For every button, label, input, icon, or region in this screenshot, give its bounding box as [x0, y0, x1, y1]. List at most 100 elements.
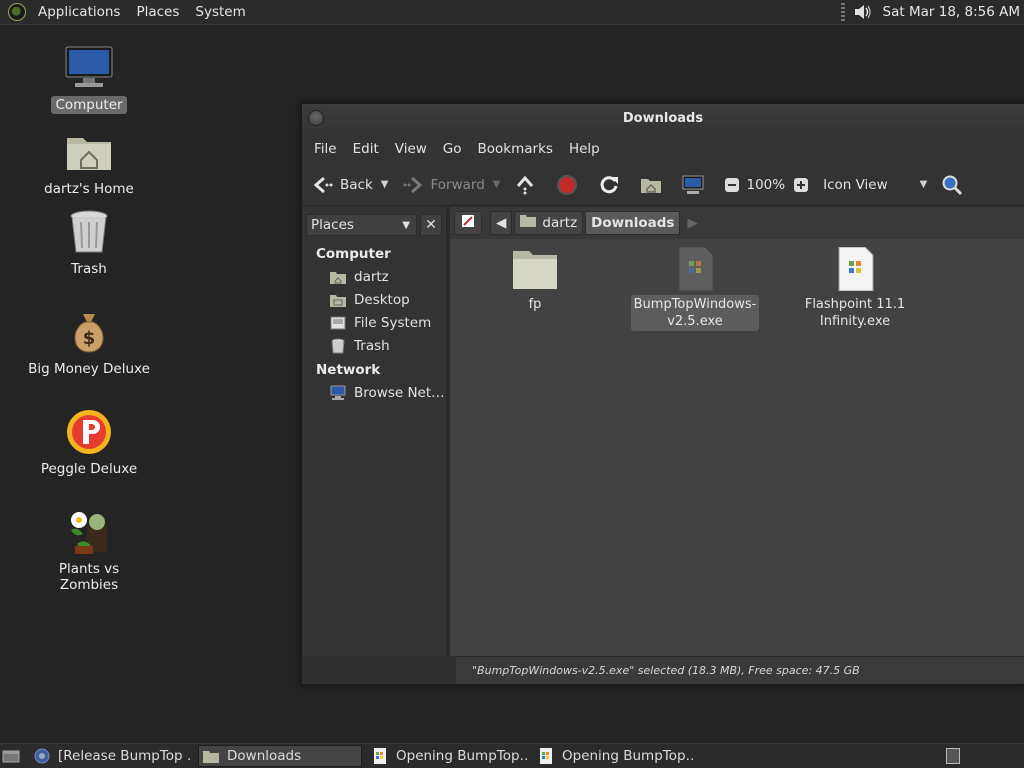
view-mode-label: Icon View	[823, 176, 888, 193]
home-folder-icon	[640, 174, 662, 196]
zoom-in-icon[interactable]	[793, 177, 809, 193]
home-folder-icon	[520, 214, 537, 232]
task-label: [Release BumpTop …	[58, 748, 192, 764]
sidebar-selector[interactable]: Places ▼	[306, 214, 417, 236]
workspace-switcher[interactable]	[942, 745, 964, 767]
system-menu[interactable]: System	[187, 4, 253, 20]
file-item-bumptop[interactable]: BumpTopWindows- v2.5.exe	[630, 246, 760, 331]
path-segment-label: Downloads	[591, 215, 675, 231]
back-dropdown-icon[interactable]: ▼	[381, 179, 389, 190]
distro-logo-icon	[8, 3, 26, 21]
computer-button[interactable]	[682, 174, 710, 196]
desktop-icon-pvz[interactable]: Plants vs Zombies	[24, 508, 154, 594]
sidebar-item-label: File System	[354, 314, 432, 331]
file-item-flashpoint[interactable]: Flashpoint 11.1 Infinity.exe	[790, 246, 920, 331]
sidebar-item-label: Trash	[354, 337, 390, 354]
desktop-icon-label: Trash	[71, 261, 107, 277]
bottom-panel: [Release BumpTop … Downloads Opening Bum…	[0, 743, 1024, 768]
search-button[interactable]	[941, 174, 969, 196]
desktop-icon-peggle[interactable]: Peggle Deluxe	[24, 408, 154, 478]
sidebar-item-dartz[interactable]: dartz	[302, 265, 446, 288]
desktop-folder-icon	[330, 292, 346, 308]
network-icon	[330, 385, 346, 401]
file-label-line2: Infinity.exe	[819, 314, 891, 329]
sidebar: Places ▼ ✕ Computer dartz Desktop File S…	[302, 207, 450, 656]
path-forward-button[interactable]: ▶	[682, 211, 702, 235]
up-button[interactable]	[514, 174, 542, 196]
task-opening-bumptop-2[interactable]: Opening BumpTop…	[534, 745, 694, 767]
path-segment-downloads[interactable]: Downloads	[585, 211, 681, 235]
exe-file-icon	[538, 748, 554, 764]
menu-bookmarks[interactable]: Bookmarks	[470, 141, 561, 157]
home-folder-icon	[65, 128, 113, 176]
sidebar-section-network: Network	[316, 362, 381, 378]
sidebar-item-label: Browse Net…	[354, 384, 445, 401]
reload-icon	[598, 174, 620, 196]
forward-label: Forward	[430, 176, 485, 193]
show-desktop-icon	[2, 748, 20, 764]
menu-help[interactable]: Help	[561, 141, 608, 157]
menu-edit[interactable]: Edit	[345, 141, 387, 157]
file-label-line2: v2.5.exe	[667, 314, 723, 329]
menu-file[interactable]: File	[306, 141, 345, 157]
chevron-down-icon: ▼	[402, 219, 410, 231]
file-label: fp	[528, 297, 542, 312]
menu-go[interactable]: Go	[435, 141, 470, 157]
task-release-bumptop[interactable]: [Release BumpTop …	[30, 745, 192, 767]
sidebar-item-file-system[interactable]: File System	[302, 311, 446, 334]
file-label: BumpTopWindows- v2.5.exe	[630, 295, 760, 331]
view-mode-select[interactable]: Icon View ▼	[823, 177, 927, 193]
sidebar-item-desktop[interactable]: Desktop	[302, 288, 446, 311]
sidebar-header: Places ▼ ✕	[306, 213, 442, 237]
folder-icon	[511, 247, 559, 291]
desktop-icon-label: Plants vs Zombies	[58, 561, 120, 593]
panel-handle	[840, 3, 845, 21]
home-button[interactable]	[640, 174, 668, 196]
volume-icon[interactable]	[853, 3, 873, 21]
exe-file-icon	[671, 246, 719, 292]
back-label: Back	[340, 176, 373, 193]
show-desktop-button[interactable]	[0, 745, 22, 767]
file-item-fp[interactable]: fp	[470, 247, 600, 314]
panel-menubar: Applications Places System	[0, 0, 254, 24]
path-segment-dartz[interactable]: dartz	[514, 211, 584, 235]
path-back-button[interactable]: ◀	[490, 211, 513, 235]
desktop-icon-computer[interactable]: Computer	[24, 44, 154, 114]
window-titlebar[interactable]: Downloads	[302, 104, 1024, 134]
file-label-line1: BumpTopWindows-	[633, 297, 757, 312]
stop-button[interactable]	[556, 174, 584, 196]
task-label: Downloads	[227, 748, 302, 764]
chevron-down-icon: ▼	[919, 179, 928, 190]
forward-dropdown-icon[interactable]: ▼	[493, 179, 501, 190]
top-panel: Applications Places System Sat Mar 18, 8…	[0, 0, 1024, 25]
sidebar-close-icon[interactable]: ✕	[420, 214, 442, 236]
breadcrumb: ◀ dartz Downloads ▶	[450, 207, 1024, 239]
reload-button[interactable]	[598, 174, 626, 196]
desktop-icon-big-money[interactable]: $ Big Money Deluxe	[24, 308, 154, 378]
places-menu[interactable]: Places	[128, 4, 187, 20]
desktop-icon-home[interactable]: dartz's Home	[24, 128, 154, 198]
back-button[interactable]: Back ▼	[312, 174, 388, 196]
status-bar: "BumpTopWindows-v2.5.exe" selected (18.3…	[456, 656, 1024, 684]
menu-view[interactable]: View	[387, 141, 435, 157]
forward-button[interactable]: Forward ▼	[402, 174, 500, 196]
task-opening-bumptop-1[interactable]: Opening BumpTop…	[368, 745, 528, 767]
clock[interactable]: Sat Mar 18, 8:56 AM	[883, 4, 1024, 20]
edit-location-button[interactable]	[454, 211, 482, 235]
zoom-level: 100%	[746, 176, 786, 193]
zoom-control: 100%	[724, 177, 809, 193]
window-body: Places ▼ ✕ Computer dartz Desktop File S…	[302, 207, 1024, 656]
task-downloads[interactable]: Downloads	[198, 745, 362, 767]
trash-icon	[65, 208, 113, 256]
desktop-icon-trash[interactable]: Trash	[24, 208, 154, 278]
sidebar-item-browse-network[interactable]: Browse Net…	[302, 381, 446, 404]
search-icon	[941, 174, 963, 196]
applications-menu[interactable]: Applications	[30, 4, 128, 20]
window-menubar: File Edit View Go Bookmarks Help	[302, 134, 1024, 164]
panel-tray: Sat Mar 18, 8:56 AM	[840, 0, 1024, 24]
folder-icon	[203, 748, 219, 764]
zoom-out-icon[interactable]	[724, 177, 740, 193]
sidebar-item-trash[interactable]: Trash	[302, 334, 446, 357]
window-close-icon[interactable]	[308, 110, 324, 126]
money-bag-icon: $	[65, 308, 113, 356]
